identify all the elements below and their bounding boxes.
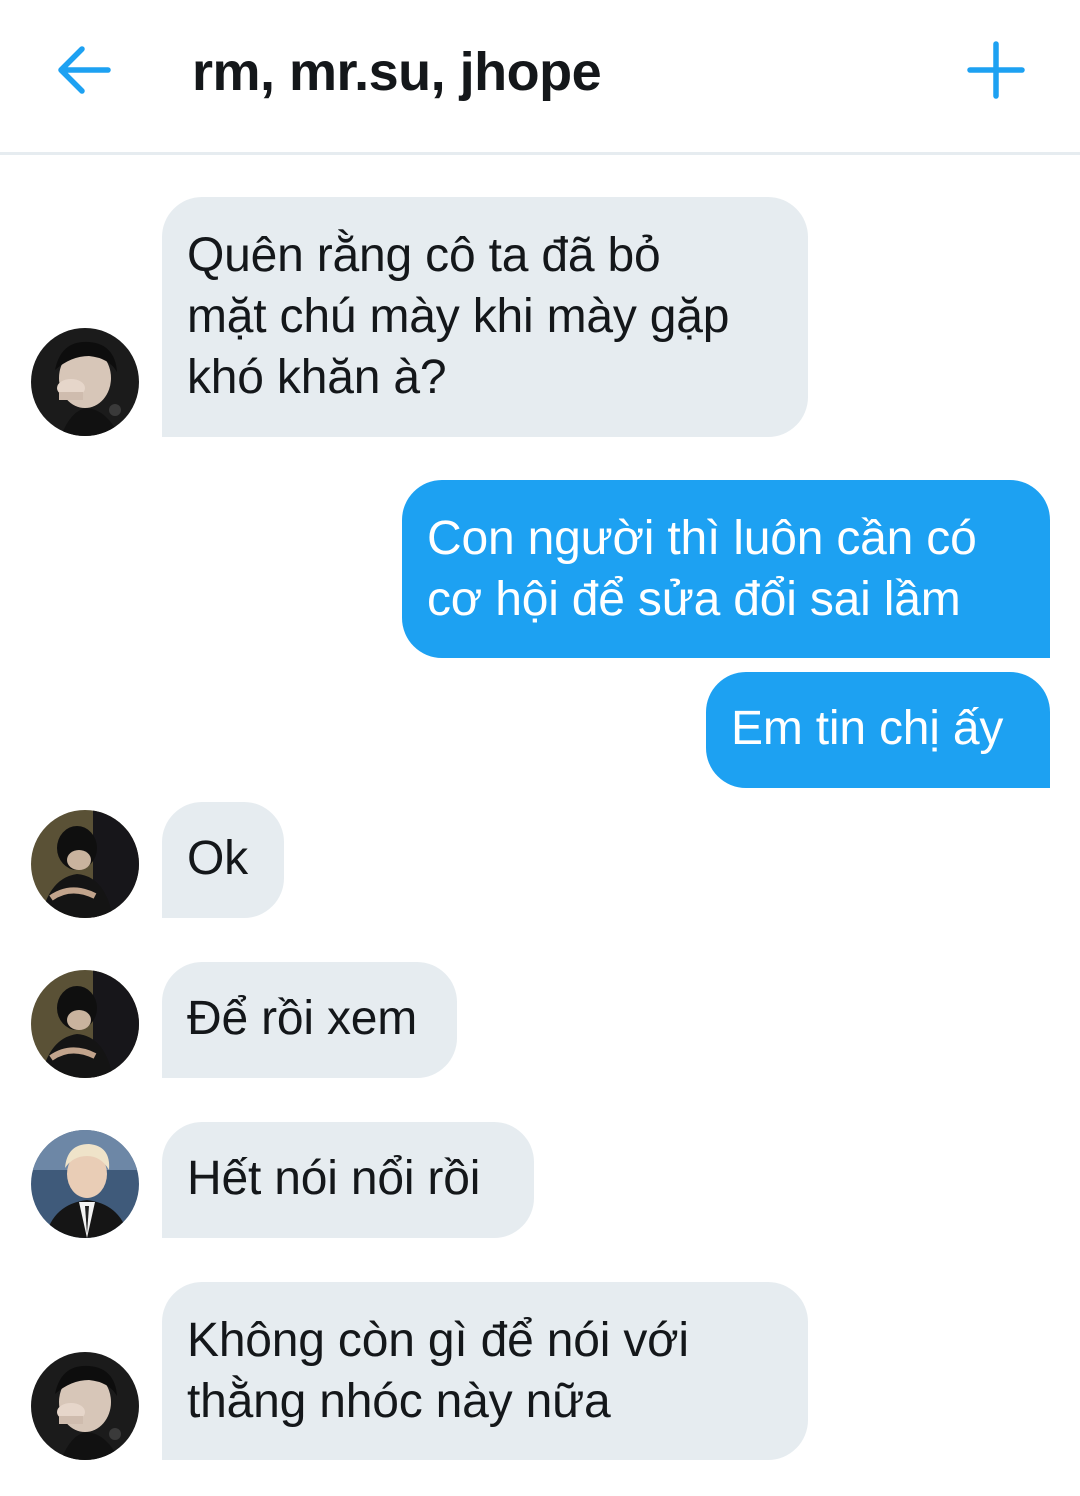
add-participant-button[interactable] xyxy=(964,38,1028,102)
avatar[interactable] xyxy=(31,1130,139,1238)
avatar[interactable] xyxy=(31,810,139,918)
avatar-dark-seated xyxy=(31,970,139,1078)
message-bubble-incoming[interactable]: Hết nói nổi rồi xyxy=(162,1122,534,1238)
avatar-dark-seated xyxy=(31,810,139,918)
message-bubble-incoming[interactable]: Ok xyxy=(162,802,284,918)
chat-screen: rm, mr.su, jhope Quên rằng cô ta đã bỏ m… xyxy=(0,0,1080,1496)
avatar-hand-over-face xyxy=(31,1352,139,1460)
avatar-hand-over-face xyxy=(31,328,139,436)
message-bubble-outgoing[interactable]: Con người thì luôn cần có cơ hội để sửa … xyxy=(402,480,1050,658)
conversation-title: rm, mr.su, jhope xyxy=(192,42,602,102)
plus-icon xyxy=(967,41,1025,99)
avatar[interactable] xyxy=(31,328,139,436)
avatar[interactable] xyxy=(31,970,139,1078)
chat-header: rm, mr.su, jhope xyxy=(0,0,1080,155)
avatar[interactable] xyxy=(31,1352,139,1460)
back-button[interactable] xyxy=(52,38,116,102)
message-bubble-outgoing[interactable]: Em tin chị ấy xyxy=(706,672,1050,788)
message-bubble-incoming[interactable]: Quên rằng cô ta đã bỏ mặt chú mày khi mà… xyxy=(162,197,808,437)
avatar-suit-blond xyxy=(31,1130,139,1238)
message-bubble-incoming[interactable]: Để rồi xem xyxy=(162,962,457,1078)
message-bubble-incoming[interactable]: Không còn gì để nói với thằng nhóc này n… xyxy=(162,1282,808,1460)
arrow-left-icon xyxy=(58,46,111,94)
